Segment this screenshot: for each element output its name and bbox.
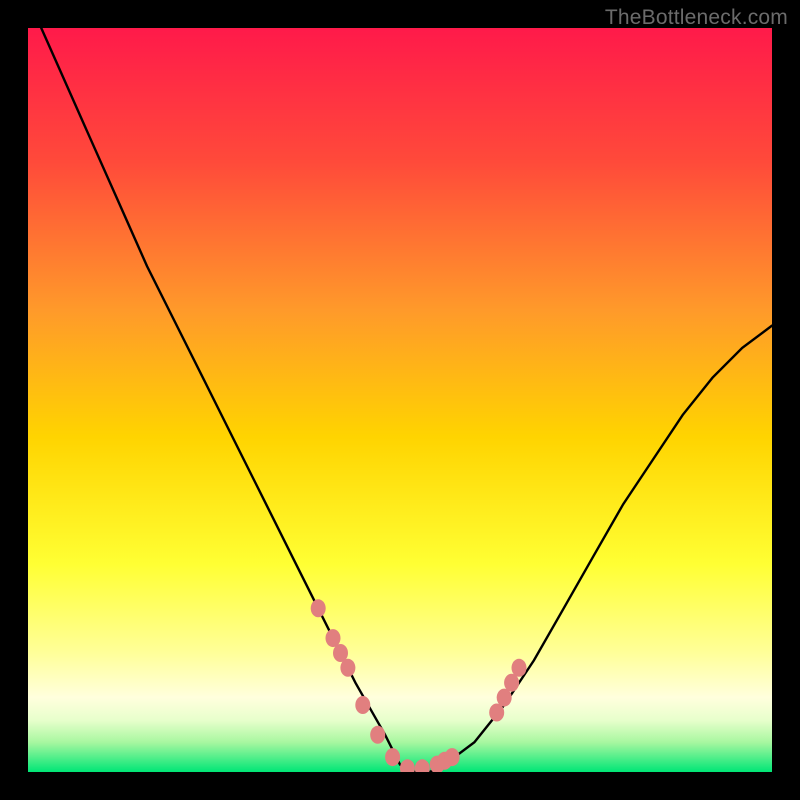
highlight-dot — [326, 629, 341, 647]
highlight-dot — [445, 748, 460, 766]
highlight-dot — [370, 726, 385, 744]
chart-frame — [28, 28, 772, 772]
attribution-text: TheBottleneck.com — [605, 6, 788, 30]
bottleneck-chart — [28, 28, 772, 772]
highlight-dot — [340, 659, 355, 677]
highlight-dot — [311, 599, 326, 617]
gradient-background — [28, 28, 772, 772]
highlight-dot — [385, 748, 400, 766]
highlight-dot — [512, 659, 527, 677]
highlight-dot — [489, 704, 504, 722]
highlight-dot — [355, 696, 370, 714]
